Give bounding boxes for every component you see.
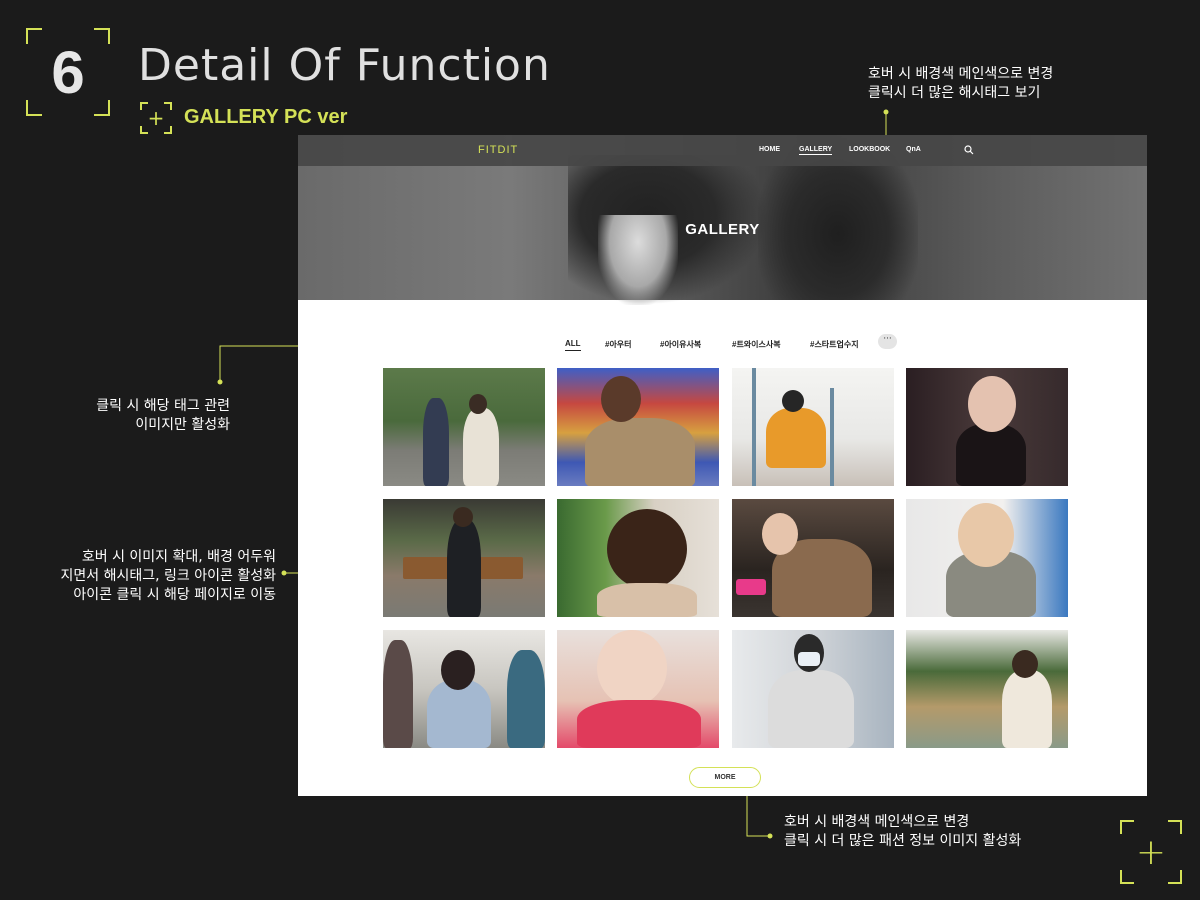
nav-qna[interactable]: QnA [906,146,921,153]
site-logo[interactable]: FITDIT [478,144,518,156]
more-button[interactable]: MORE [689,767,761,788]
search-icon[interactable] [964,145,974,155]
gallery-image[interactable] [557,499,719,617]
gallery-image[interactable] [906,368,1068,486]
annotation-more-button: 호버 시 배경색 메인색으로 변경 클릭 시 더 많은 패션 정보 이미지 활성… [784,814,1022,849]
top-navbar: FITDIT HOME GALLERY LOOKBOOK QnA [298,135,1147,166]
gallery-image[interactable] [383,499,545,617]
annotation-tag-click: 클릭 시 해당 태그 관련 이미지만 활성화 [96,398,230,433]
gallery-image[interactable] [906,499,1068,617]
nav-gallery[interactable]: GALLERY [799,146,833,155]
gallery-image[interactable] [383,368,545,486]
more-tags-button[interactable]: ··· [878,334,897,349]
gallery-image[interactable] [732,630,894,748]
annotation-tag-more: 호버 시 배경색 메인색으로 변경 클릭시 더 많은 해시태그 보기 [868,66,1054,101]
gallery-image[interactable] [557,630,719,748]
gallery-image[interactable] [732,368,894,486]
tag-twice[interactable]: #트와이스사복 [732,339,781,350]
annotation-image-hover: 호버 시 이미지 확대, 배경 어두워 지면서 해시태그, 링크 아이콘 활성화… [60,549,276,603]
tag-startup-suzy[interactable]: #스타트업수지 [810,339,859,350]
gallery-image[interactable] [906,630,1068,748]
hero-title: GALLERY [685,221,760,238]
gallery-image[interactable] [383,630,545,748]
gallery-page-mockup: GALLERY FITDIT HOME GALLERY LOOKBOOK QnA… [298,135,1147,796]
gallery-image[interactable] [557,368,719,486]
plus-icon: + [1120,820,1182,884]
gallery-image[interactable] [732,499,894,617]
nav-home[interactable]: HOME [759,146,780,153]
nav-lookbook[interactable]: LOOKBOOK [849,146,890,153]
tag-outer[interactable]: #아우터 [605,339,632,350]
tag-all[interactable]: ALL [565,339,581,351]
tag-iu[interactable]: #아이유사복 [660,339,701,350]
